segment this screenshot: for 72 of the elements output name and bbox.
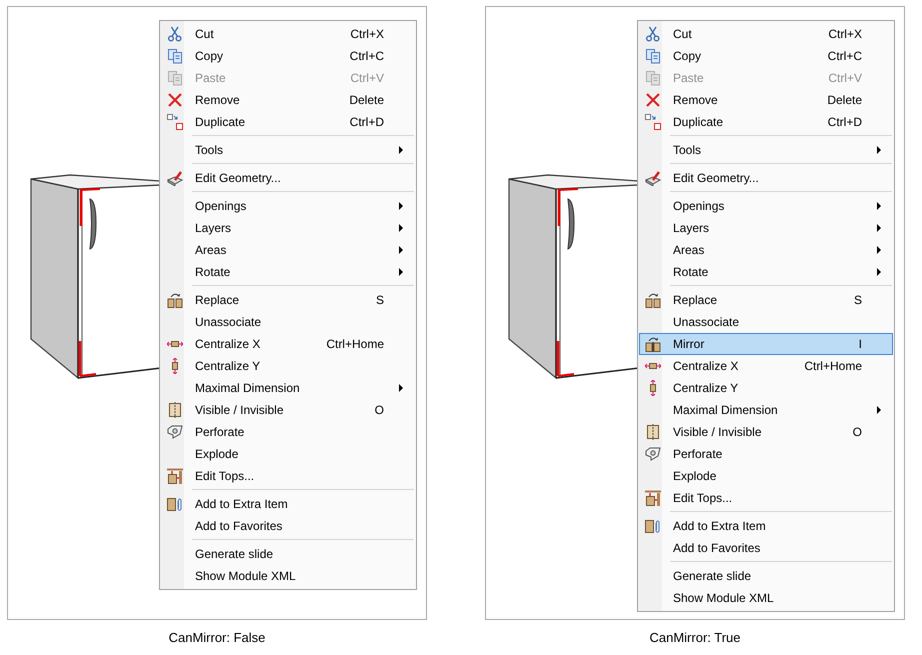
menu-item[interactable]: Centralize X Ctrl+Home [639,355,893,377]
menu-item[interactable]: Edit Geometry... [639,167,893,189]
caption: CanMirror: True [649,630,741,645]
menu-item[interactable]: Maximal Dimension [161,377,415,399]
menu-item[interactable]: Tools [161,139,415,161]
duplicate-icon [167,114,183,130]
menu-item[interactable]: Show Module XML [639,587,893,609]
menu-item[interactable]: Add to Favorites [161,515,415,537]
menu-item[interactable]: Unassociate [639,311,893,333]
box-pencil-icon [645,170,661,186]
paste-icon [645,70,661,86]
swap-boxes-icon [167,292,183,308]
menu-item[interactable]: Rotate [639,261,893,283]
menu-item[interactable]: Openings [639,195,893,217]
menu-item[interactable]: Tools [639,139,893,161]
menu-item[interactable]: Layers [639,217,893,239]
menu-item[interactable]: Rotate [161,261,415,283]
menu-item[interactable]: Cut Ctrl+X [161,23,415,45]
menu-item[interactable]: Openings [161,195,415,217]
menu-item[interactable]: Areas [639,239,893,261]
menu-item[interactable]: Layers [161,217,415,239]
paperclip-box-icon [167,496,183,512]
cross-icon [645,92,661,108]
menu-item[interactable]: Explode [161,443,415,465]
menu-item[interactable]: Centralize Y [161,355,415,377]
menu-item[interactable]: Edit Tops... [161,465,415,487]
menu-item[interactable]: Cut Ctrl+X [639,23,893,45]
menu-item[interactable]: Add to Favorites [639,537,893,559]
cross-icon [167,92,183,108]
menu-item[interactable]: Copy Ctrl+C [639,45,893,67]
menu-item[interactable]: Perforate [639,443,893,465]
paperclip-box-icon [645,518,661,534]
menu-item[interactable]: Generate slide [161,543,415,565]
menu-item[interactable]: Duplicate Ctrl+D [161,111,415,133]
menu-item[interactable]: Visible / Invisible O [161,399,415,421]
menu-item[interactable]: Remove Delete [639,89,893,111]
menu-item[interactable]: Generate slide [639,565,893,587]
menu-item[interactable]: Copy Ctrl+C [161,45,415,67]
top-panel-icon [167,468,183,484]
menu-item[interactable]: Areas [161,239,415,261]
menu-item[interactable]: Edit Geometry... [161,167,415,189]
menu-item[interactable]: Add to Extra Item [639,515,893,537]
menu-item[interactable]: Mirror I [639,333,893,355]
menu-item[interactable]: Explode [639,465,893,487]
menu-item[interactable]: Centralize X Ctrl+Home [161,333,415,355]
scissors-icon [645,26,661,42]
scissors-icon [167,26,183,42]
paste-icon [167,70,183,86]
menu-item[interactable]: Visible / Invisible O [639,421,893,443]
menu-item[interactable]: Maximal Dimension [639,399,893,421]
menu-item[interactable]: Perforate [161,421,415,443]
door-panel-icon [167,402,183,418]
menu-item[interactable]: Centralize Y [639,377,893,399]
menu-item[interactable]: Replace S [161,289,415,311]
menu-item[interactable]: Show Module XML [161,565,415,587]
copy-icon [167,48,183,64]
swap-boxes-icon [645,292,661,308]
mirror-boxes-icon [645,336,661,352]
caption: CanMirror: False [168,630,266,645]
door-panel-icon [645,424,661,440]
box-pencil-icon [167,170,183,186]
perforation-icon [167,424,183,440]
perforation-icon [645,446,661,462]
copy-icon [645,48,661,64]
menu-item[interactable]: Duplicate Ctrl+D [639,111,893,133]
top-panel-icon [645,490,661,506]
menu-item[interactable]: Remove Delete [161,89,415,111]
menu-item[interactable]: Edit Tops... [639,487,893,509]
menu-item[interactable]: Add to Extra Item [161,493,415,515]
duplicate-icon [645,114,661,130]
menu-item[interactable]: Unassociate [161,311,415,333]
menu-item[interactable]: Replace S [639,289,893,311]
